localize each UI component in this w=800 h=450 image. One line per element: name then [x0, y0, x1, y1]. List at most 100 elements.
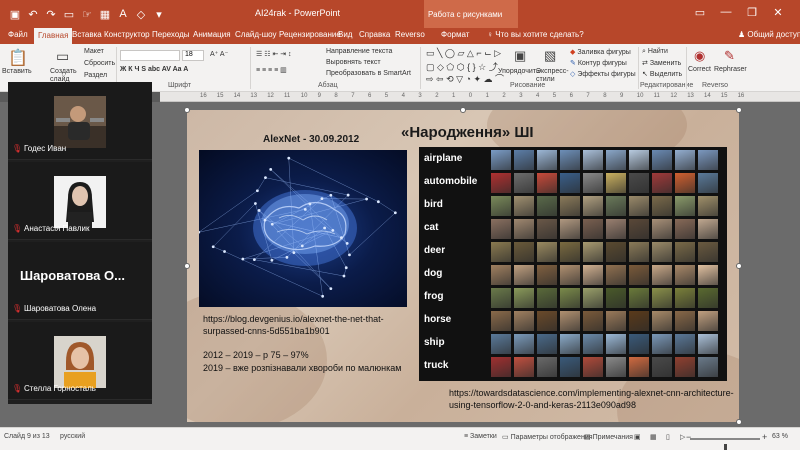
layout-button[interactable]: Макет	[84, 48, 104, 55]
tab-9[interactable]: Справка	[359, 30, 390, 39]
shape-fill-button[interactable]: ◆ Заливка фигуры	[570, 48, 631, 56]
select-button[interactable]: ↖ Выделить	[642, 70, 682, 78]
increase-font-icon[interactable]: A⁺ A⁻	[210, 50, 228, 58]
comments-button[interactable]: ▤ Примечания	[584, 433, 633, 441]
replace-button[interactable]: ⇄ Заменить	[642, 59, 681, 67]
shape-icon[interactable]: ◇	[134, 7, 148, 21]
tensorflow-source-link[interactable]: https://towardsdatascience.com/implement…	[449, 387, 739, 411]
sample-image	[652, 196, 672, 216]
normal-view-icon[interactable]: ▣	[634, 433, 641, 441]
minimize-button[interactable]: —	[716, 6, 736, 18]
tab-1[interactable]: Главная	[34, 28, 73, 44]
rephraser-button[interactable]: Rephraser	[714, 66, 747, 73]
slide-sorter-icon[interactable]: ▦	[650, 433, 657, 441]
diagnosis-stat[interactable]: 2019 – вже розпізнавали хвороби по малюн…	[203, 363, 401, 373]
reset-button[interactable]: Сбросить	[84, 60, 115, 67]
tab-0[interactable]: Файл	[8, 30, 28, 39]
redo-icon[interactable]: ↷	[44, 7, 58, 21]
tab-6[interactable]: Слайд-шоу	[235, 30, 276, 39]
shape-effects-button[interactable]: ◇ Эффекты фигуры	[570, 70, 636, 78]
sample-image	[675, 357, 695, 377]
sample-image	[491, 357, 511, 377]
sample-image	[514, 173, 534, 193]
slideshow-start-icon[interactable]: ▭	[62, 7, 76, 21]
selection-handle[interactable]	[736, 107, 742, 113]
tab-11[interactable]: Формат	[441, 30, 469, 39]
selection-handle[interactable]	[736, 263, 742, 269]
arrange-button[interactable]: Упорядочить	[498, 68, 540, 75]
quick-styles-icon[interactable]: ▧	[544, 48, 556, 64]
font-size-box[interactable]: 18	[182, 50, 204, 61]
touch-mode-icon[interactable]: ☞	[80, 7, 94, 21]
sample-image	[698, 219, 718, 239]
sample-image	[675, 265, 695, 285]
shapes-gallery-row3[interactable]: ⇨ ⇦ ⟲ ▽ ◔ ✦ ☁ ⌒	[426, 72, 504, 85]
language-indicator[interactable]: русский	[60, 433, 85, 440]
alexnet-source-link[interactable]: https://blog.devgenius.io/alexnet-the-ne…	[203, 313, 413, 337]
list-buttons[interactable]: ☰ ☷ ⇤ ⇥ ↕	[256, 50, 292, 58]
font-name-box[interactable]	[120, 50, 180, 61]
customize-toolbar-icon[interactable]: ▾	[152, 7, 166, 21]
clipboard-icon[interactable]: 📋	[8, 48, 28, 68]
zoom-in-button[interactable]: +	[762, 432, 767, 442]
correct-button[interactable]: Correct	[688, 66, 711, 73]
zoom-slider[interactable]	[690, 438, 760, 450]
shapes-gallery[interactable]: ▭ ╲ ◯ ▱ △ ⌐ ⌙ ▷	[426, 48, 501, 59]
close-button[interactable]: ✕	[768, 6, 788, 19]
alexnet-heading[interactable]: AlexNet - 30.09.2012	[263, 134, 359, 145]
participant-tile[interactable]: 🎙 Анастасія Павлик	[8, 162, 152, 240]
align-text-button[interactable]: Выровнять текст	[326, 59, 381, 66]
section-button[interactable]: Раздел	[84, 72, 107, 79]
tell-me-search[interactable]: ♀ Что вы хотите сделать?	[487, 30, 584, 39]
display-settings-button[interactable]: ▭ Параметры отображения	[502, 433, 593, 441]
zoom-out-button[interactable]: −	[686, 432, 691, 442]
tab-8[interactable]: Вид	[338, 30, 352, 39]
participant-tile[interactable]: 🎙 Годес Иван	[8, 82, 152, 160]
ruler-tick: 6	[368, 93, 372, 99]
zoom-slider-knob[interactable]	[724, 444, 727, 450]
text-icon[interactable]: A	[116, 7, 130, 21]
sample-image	[675, 150, 695, 170]
tab-7[interactable]: Рецензирование	[279, 30, 341, 39]
ruler-tick: 7	[586, 93, 590, 99]
tab-3[interactable]: Конструктор	[104, 30, 150, 39]
share-button[interactable]: ♟ Общий доступ	[738, 30, 800, 39]
selection-handle[interactable]	[736, 419, 742, 425]
tab-10[interactable]: Reverso	[395, 30, 425, 39]
correct-icon[interactable]: ◉	[694, 48, 705, 64]
arrange-icon[interactable]: ▣	[514, 48, 526, 64]
selection-handle[interactable]	[460, 107, 466, 113]
ruler-tick: 5	[384, 93, 389, 99]
zoom-level[interactable]: 63 %	[772, 433, 788, 440]
slide-canvas[interactable]: AlexNet - 30.09.2012 «Народження» ШІ htt…	[187, 110, 739, 422]
tab-5[interactable]: Анимация	[193, 30, 231, 39]
cifar10-sample-grid[interactable]: airplane automobile bird cat deer dog frog hors…	[419, 147, 727, 381]
brain-network-image[interactable]	[199, 150, 407, 307]
grid-icon[interactable]: ▦	[98, 7, 112, 21]
ruler-tick: 2	[435, 93, 439, 99]
ribbon-display-icon[interactable]: ▭	[690, 6, 710, 19]
selection-handle[interactable]	[184, 263, 190, 269]
shape-outline-button[interactable]: ✎ Контур фигуры	[570, 59, 627, 67]
rephraser-icon[interactable]: ✎	[724, 48, 735, 64]
tab-2[interactable]: Вставка	[72, 30, 102, 39]
slideshow-view-icon[interactable]: ▷	[680, 433, 685, 441]
new-slide-icon[interactable]: ▭	[56, 48, 69, 65]
restore-button[interactable]: ❐	[742, 6, 762, 19]
slide-title[interactable]: «Народження» ШІ	[401, 124, 534, 141]
undo-icon[interactable]: ↶	[26, 7, 40, 21]
accuracy-stat[interactable]: 2012 – 2019 – р 75 – 97%	[203, 350, 309, 360]
text-direction-button[interactable]: Направление текста	[326, 48, 392, 55]
selection-handle[interactable]	[184, 107, 190, 113]
participant-tile[interactable]: 🎙 Стелла Горносталь	[8, 322, 152, 400]
tab-4[interactable]: Переходы	[152, 30, 190, 39]
find-button[interactable]: ⌕ Найти	[642, 48, 668, 56]
reading-view-icon[interactable]: ▯	[666, 433, 670, 441]
align-buttons[interactable]: ≡ ≡ ≡ ≡ ▥	[256, 66, 287, 74]
participant-tile[interactable]: Шароватова О... 🎙 Шароватова Олена	[8, 242, 152, 320]
font-format-row[interactable]: Ж К Ч S abc AV Aa A	[120, 66, 188, 73]
notes-button[interactable]: ≡ Заметки	[464, 433, 497, 440]
smartart-button[interactable]: Преобразовать в SmartArt	[326, 70, 411, 77]
paste-button[interactable]: Вставить	[2, 68, 32, 75]
save-icon[interactable]: ▣	[8, 7, 22, 21]
